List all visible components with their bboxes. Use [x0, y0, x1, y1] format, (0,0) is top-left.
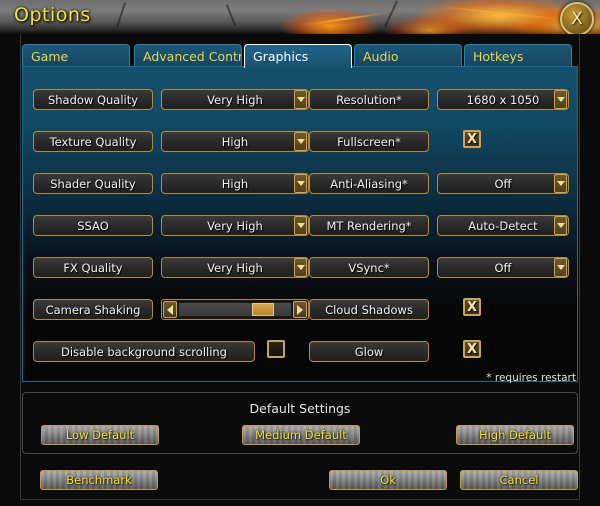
- tab-bar: Game Advanced Controls Graphics Audio Ho…: [22, 44, 578, 68]
- dropdown-value-mt-rendering: Auto-Detect: [437, 215, 569, 236]
- tab-game[interactable]: Game: [22, 44, 130, 68]
- slider-left-arrow-icon[interactable]: [163, 301, 177, 318]
- dropdown-value-anti-aliasing: Off: [437, 173, 569, 194]
- setting-label-glow[interactable]: Glow: [309, 341, 429, 362]
- slider-thumb[interactable]: [252, 303, 275, 316]
- chevron-down-icon[interactable]: [554, 174, 567, 193]
- lava-glow: [440, 5, 560, 21]
- dropdown-vsync[interactable]: Off: [437, 257, 569, 278]
- dropdown-shader-quality[interactable]: High: [161, 173, 309, 194]
- tab-audio[interactable]: Audio: [354, 44, 462, 68]
- tab-graphics[interactable]: Graphics: [244, 44, 352, 68]
- dropdown-value-texture-quality: High: [161, 131, 309, 152]
- graphics-settings-panel: Shadow Quality Very High Texture Quality…: [22, 66, 578, 382]
- medium-default-button[interactable]: Medium Default: [242, 425, 360, 445]
- page-title: Options: [14, 4, 91, 26]
- dropdown-value-shadow-quality: Very High: [161, 89, 309, 110]
- default-settings-title: Default Settings: [249, 401, 351, 416]
- setting-label-camera-shaking[interactable]: Camera Shaking: [33, 299, 153, 320]
- tab-hotkeys[interactable]: Hotkeys: [464, 44, 572, 68]
- chevron-down-icon[interactable]: [294, 132, 307, 151]
- tab-advanced-controls[interactable]: Advanced Controls: [134, 44, 242, 68]
- dropdown-value-vsync: Off: [437, 257, 569, 278]
- dropdown-shadow-quality[interactable]: Very High: [161, 89, 309, 110]
- dropdown-mt-rendering[interactable]: Auto-Detect: [437, 215, 569, 236]
- chevron-down-icon[interactable]: [294, 258, 307, 277]
- camera-shaking-slider[interactable]: [161, 299, 309, 320]
- restart-note: * requires restart: [486, 372, 576, 384]
- setting-label-cloud-shadows[interactable]: Cloud Shadows: [309, 299, 429, 320]
- dropdown-ssao[interactable]: Very High: [161, 215, 309, 236]
- rock-crack: [116, 2, 126, 28]
- low-default-button[interactable]: Low Default: [41, 425, 159, 445]
- setting-label-anti-aliasing[interactable]: Anti-Aliasing*: [309, 173, 429, 194]
- chevron-down-icon[interactable]: [294, 90, 307, 109]
- setting-label-resolution[interactable]: Resolution*: [309, 89, 429, 110]
- title-bar: Options X: [0, 0, 600, 34]
- cancel-button[interactable]: Cancel: [460, 470, 578, 490]
- chevron-down-icon[interactable]: [554, 216, 567, 235]
- setting-label-shadow-quality[interactable]: Shadow Quality: [33, 89, 153, 110]
- setting-label-texture-quality[interactable]: Texture Quality: [33, 131, 153, 152]
- setting-label-mt-rendering[interactable]: MT Rendering*: [309, 215, 429, 236]
- dropdown-texture-quality[interactable]: High: [161, 131, 309, 152]
- action-bar: Benchmark Ok Cancel: [0, 462, 600, 506]
- checkbox-glow[interactable]: X: [463, 340, 481, 358]
- dropdown-value-resolution: 1680 x 1050: [437, 89, 569, 110]
- dropdown-fx-quality[interactable]: Very High: [161, 257, 309, 278]
- setting-label-fx-quality[interactable]: FX Quality: [33, 257, 153, 278]
- checkbox-disable-background-scrolling[interactable]: [267, 340, 285, 358]
- chevron-down-icon[interactable]: [294, 216, 307, 235]
- setting-label-fullscreen[interactable]: Fullscreen*: [309, 131, 429, 152]
- dropdown-value-shader-quality: High: [161, 173, 309, 194]
- chevron-down-icon[interactable]: [294, 174, 307, 193]
- dropdown-value-ssao: Very High: [161, 215, 309, 236]
- close-icon[interactable]: X: [560, 2, 594, 34]
- slider-track[interactable]: [178, 302, 292, 317]
- options-window: Options X Game Advanced Controls Graphic…: [0, 0, 600, 506]
- dropdown-value-fx-quality: Very High: [161, 257, 309, 278]
- setting-label-disable-background-scrolling[interactable]: Disable background scrolling: [33, 341, 255, 362]
- high-default-button[interactable]: High Default: [456, 425, 574, 445]
- setting-label-shader-quality[interactable]: Shader Quality: [33, 173, 153, 194]
- checkbox-fullscreen[interactable]: X: [463, 130, 481, 148]
- ok-button[interactable]: Ok: [329, 470, 447, 490]
- lava-glow: [300, 11, 390, 27]
- setting-label-ssao[interactable]: SSAO: [33, 215, 153, 236]
- checkbox-cloud-shadows[interactable]: X: [463, 298, 481, 316]
- chevron-down-icon[interactable]: [554, 258, 567, 277]
- dropdown-resolution[interactable]: 1680 x 1050: [437, 89, 569, 110]
- dropdown-anti-aliasing[interactable]: Off: [437, 173, 569, 194]
- rock-crack: [225, 4, 237, 26]
- default-settings-panel: Default Settings Low Default Medium Defa…: [22, 392, 578, 454]
- slider-right-arrow-icon[interactable]: [293, 301, 307, 318]
- setting-label-vsync[interactable]: VSync*: [309, 257, 429, 278]
- chevron-down-icon[interactable]: [554, 90, 567, 109]
- benchmark-button[interactable]: Benchmark: [40, 470, 158, 490]
